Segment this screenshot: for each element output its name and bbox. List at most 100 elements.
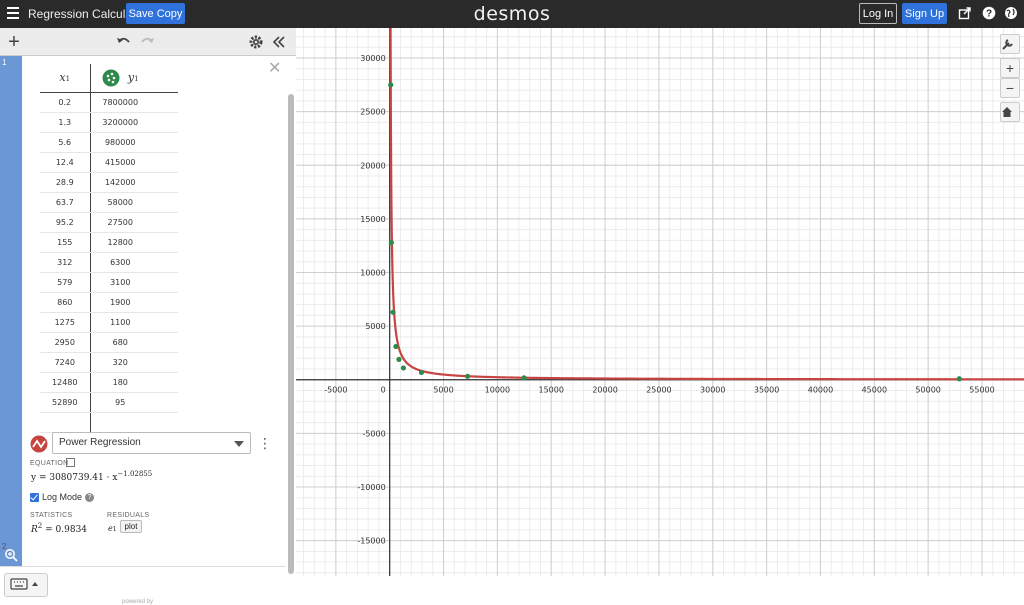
table-row[interactable]: 12480 180 — [40, 372, 178, 393]
y-cell[interactable]: 980000 — [90, 132, 150, 153]
globe-icon[interactable] — [1004, 6, 1018, 20]
empty-cell[interactable] — [150, 232, 178, 253]
undo-icon[interactable] — [115, 33, 133, 51]
table-row-empty[interactable] — [40, 412, 178, 433]
expression-gutter[interactable] — [0, 56, 22, 566]
data-point[interactable] — [396, 356, 402, 362]
home-view-button[interactable] — [1000, 102, 1020, 122]
y-cell[interactable]: 7800000 — [90, 92, 150, 113]
graph-paper[interactable]: -5000 0 5000 10000 15000 20000 25000 30000 35000… — [296, 28, 1024, 576]
y-cell[interactable]: 6300 — [90, 252, 150, 273]
empty-cell[interactable] — [150, 212, 178, 233]
empty-cell[interactable] — [150, 312, 178, 333]
x-cell[interactable]: 5.6 — [40, 132, 91, 153]
data-point[interactable] — [465, 373, 471, 379]
y-cell[interactable]: 58000 — [90, 192, 150, 213]
empty-cell[interactable] — [150, 332, 178, 353]
y-cell[interactable]: 1100 — [90, 312, 150, 333]
data-point[interactable] — [393, 343, 399, 350]
table-row[interactable]: 1275 1100 — [40, 312, 178, 333]
empty-cell[interactable] — [150, 392, 178, 413]
table-row[interactable]: 63.7 58000 — [40, 192, 178, 213]
empty-cell[interactable] — [150, 292, 178, 313]
regression-curve[interactable] — [389, 28, 1024, 381]
empty-cell[interactable] — [90, 412, 150, 433]
y-cell[interactable]: 680 — [90, 332, 150, 353]
scrollbar-thumb[interactable] — [288, 94, 294, 574]
x-cell[interactable]: 2950 — [40, 332, 91, 353]
more-options-icon[interactable]: ⋮ — [258, 435, 272, 452]
empty-cell[interactable] — [150, 92, 178, 113]
graph-settings-wrench-icon[interactable] — [1000, 34, 1020, 54]
y-cell[interactable]: 180 — [90, 372, 150, 393]
empty-cell[interactable] — [150, 132, 178, 153]
help-icon[interactable]: ? — [982, 6, 996, 20]
empty-cell[interactable] — [150, 192, 178, 213]
log-mode-help-icon[interactable]: ? — [85, 493, 95, 503]
y-cell[interactable]: 95 — [90, 392, 150, 413]
y-cell[interactable]: 27500 — [90, 212, 150, 233]
keyboard-toggle-button[interactable] — [4, 573, 48, 597]
x-cell[interactable]: 52890 — [40, 392, 91, 413]
empty-cell[interactable] — [40, 412, 91, 433]
column-header-x[interactable]: x1 — [40, 64, 91, 93]
data-point[interactable] — [521, 375, 527, 381]
empty-cell[interactable] — [150, 272, 178, 293]
x-cell[interactable]: 1275 — [40, 312, 91, 333]
column-header-y[interactable]: y1 — [90, 64, 150, 93]
delete-expression-icon[interactable]: ✕ — [268, 58, 281, 78]
copy-equation-icon[interactable] — [66, 458, 75, 467]
x-cell[interactable]: 1.3 — [40, 112, 91, 133]
table-row[interactable]: 28.9 142000 — [40, 172, 178, 193]
data-point[interactable] — [390, 309, 396, 315]
redo-icon[interactable] — [138, 33, 156, 51]
table-row[interactable]: 312 6300 — [40, 252, 178, 273]
zoom-in-button[interactable]: + — [1000, 58, 1020, 78]
x-cell[interactable]: 312 — [40, 252, 91, 273]
point-style-icon[interactable] — [102, 69, 120, 87]
data-point[interactable] — [400, 365, 407, 371]
x-cell[interactable]: 155 — [40, 232, 91, 253]
y-cell[interactable]: 1900 — [90, 292, 150, 313]
table-row[interactable]: 7240 320 — [40, 352, 178, 373]
empty-cell[interactable] — [150, 252, 178, 273]
x-cell[interactable]: 28.9 — [40, 172, 91, 193]
regression-type-dropdown[interactable]: Power Regression — [52, 432, 251, 454]
plot-residuals-button[interactable]: plot — [120, 520, 142, 533]
hamburger-menu-icon[interactable] — [7, 7, 19, 19]
empty-cell[interactable] — [150, 112, 178, 133]
table-row[interactable]: 155 12800 — [40, 232, 178, 253]
x-cell[interactable]: 12.4 — [40, 152, 91, 173]
x-cell[interactable]: 63.7 — [40, 192, 91, 213]
log-mode-toggle[interactable]: Log Mode? — [30, 492, 95, 503]
y-cell[interactable]: 142000 — [90, 172, 150, 193]
log-in-button[interactable]: Log In — [859, 3, 897, 24]
add-expression-icon[interactable]: + — [5, 32, 23, 52]
table-row[interactable]: 1.3 3200000 — [40, 112, 178, 133]
y-cell[interactable]: 415000 — [90, 152, 150, 173]
sign-up-button[interactable]: Sign Up — [902, 3, 947, 24]
y-cell[interactable]: 3100 — [90, 272, 150, 293]
table-row[interactable]: 860 1900 — [40, 292, 178, 313]
table-row[interactable]: 12.4 415000 — [40, 152, 178, 173]
collapse-panel-icon[interactable] — [270, 33, 288, 51]
table-row[interactable]: 5.6 980000 — [40, 132, 178, 153]
data-point[interactable] — [418, 369, 425, 376]
table-row[interactable]: 95.2 27500 — [40, 212, 178, 233]
x-cell[interactable]: 0.2 — [40, 92, 91, 113]
table-row[interactable]: 0.2 7800000 — [40, 92, 178, 113]
save-copy-button[interactable]: Save Copy — [126, 3, 185, 24]
table-row[interactable]: 579 3100 — [40, 272, 178, 293]
data-table[interactable]: x1 y1 0.2 7800000 1.3 3200000 5.6 980000 12.4 4… — [40, 64, 178, 433]
empty-cell[interactable] — [150, 352, 178, 373]
x-cell[interactable]: 579 — [40, 272, 91, 293]
table-row[interactable]: 52890 95 — [40, 392, 178, 413]
y-cell[interactable]: 12800 — [90, 232, 150, 253]
data-point[interactable] — [388, 239, 394, 246]
zoom-out-button[interactable]: − — [1000, 78, 1020, 98]
data-point[interactable] — [388, 82, 394, 88]
data-point[interactable] — [956, 376, 962, 382]
table-row[interactable]: 2950 680 — [40, 332, 178, 353]
settings-gear-icon[interactable] — [247, 33, 265, 51]
x-cell[interactable]: 7240 — [40, 352, 91, 373]
